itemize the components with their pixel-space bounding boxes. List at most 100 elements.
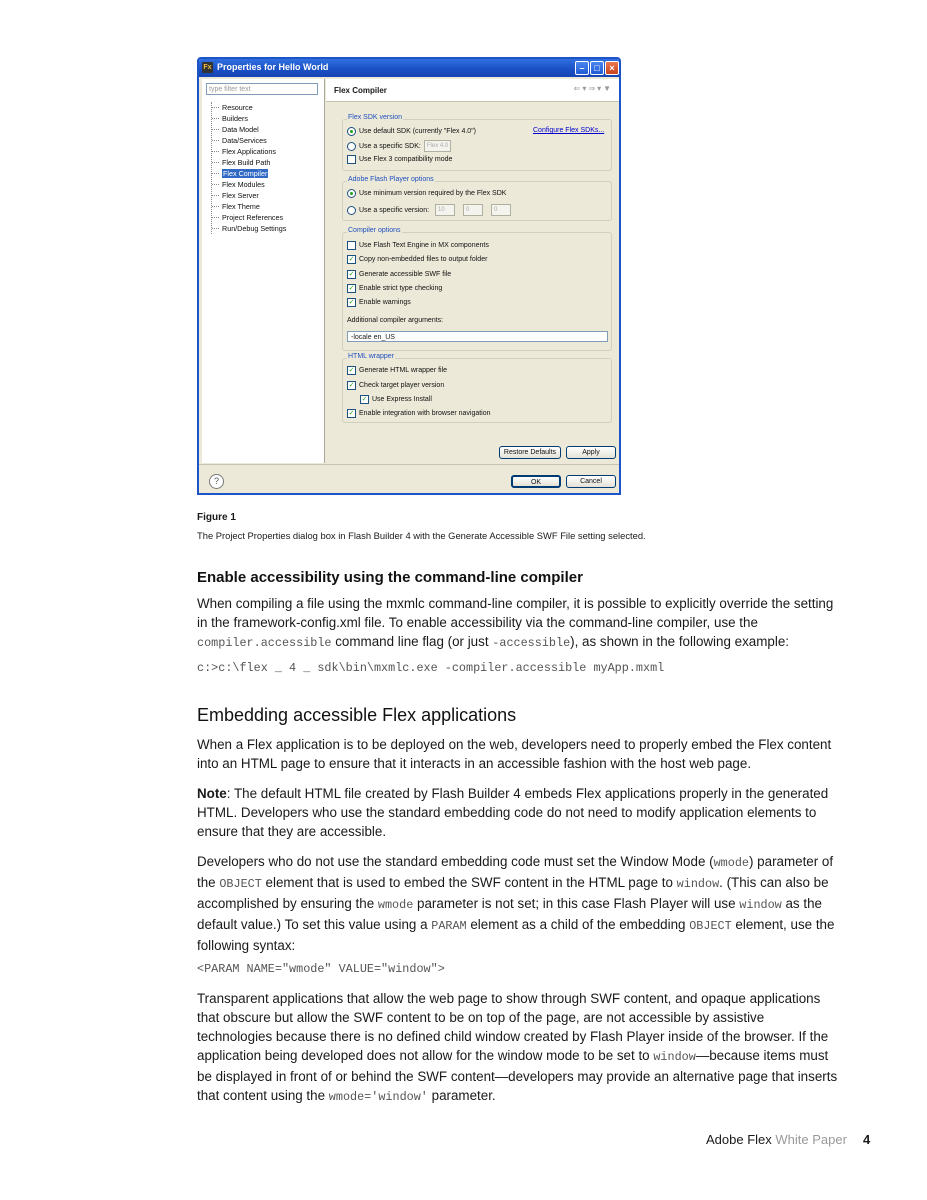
note-paragraph: Note: The default HTML file created by F…: [197, 784, 842, 841]
radio-icon: [347, 205, 356, 215]
text-run: element that is used to embed the SWF co…: [261, 875, 677, 890]
help-icon[interactable]: ?: [209, 474, 224, 489]
page-number: 4: [863, 1132, 871, 1147]
generate-wrapper-checkbox[interactable]: ✓ Generate HTML wrapper file: [347, 366, 447, 375]
html-wrapper-group: HTML wrapper ✓ Generate HTML wrapper file…: [342, 353, 612, 423]
checkbox-icon: [347, 155, 356, 164]
text-run: ), as shown in the following example:: [570, 634, 789, 649]
compiler-args-input[interactable]: -locale en_US: [347, 331, 608, 342]
inline-code: wmode: [713, 856, 749, 870]
flex-app-icon: Fx: [202, 62, 213, 73]
use-min-version-label: Use minimum version required by the Flex…: [359, 190, 507, 197]
flash-text-engine-label: Use Flash Text Engine in MX components: [359, 242, 489, 249]
player-options-group: Adobe Flash Player options Use minimum v…: [342, 176, 612, 221]
use-default-sdk-label: Use default SDK (currently "Flex 4.0"): [359, 128, 477, 135]
tree-item-data-services[interactable]: Data/Services: [212, 135, 286, 146]
version-revision-field[interactable]: 0: [491, 204, 512, 216]
sdk-group-label: Flex SDK version: [347, 114, 404, 121]
configure-sdks-link[interactable]: Configure Flex SDKs...: [533, 127, 604, 134]
text-run: element as a child of the embedding: [466, 917, 690, 932]
flex3-compat-label: Use Flex 3 compatibility mode: [359, 156, 453, 163]
cancel-button[interactable]: Cancel: [566, 475, 616, 488]
browser-navigation-checkbox[interactable]: ✓ Enable integration with browser navigat…: [347, 409, 491, 418]
inline-code: window: [739, 898, 782, 912]
transparent-apps-paragraph: Transparent applications that allow the …: [197, 989, 842, 1107]
tree-item-flex-compiler-label: Flex Compiler: [222, 169, 269, 178]
player-group-label: Adobe Flash Player options: [347, 176, 435, 183]
filter-input[interactable]: type filter text: [206, 83, 318, 95]
sdk-select[interactable]: Flex 4.0: [423, 140, 452, 152]
figure-caption: The Project Properties dialog box in Fla…: [197, 530, 646, 541]
tree-item-flex-applications[interactable]: Flex Applications: [212, 146, 286, 157]
tree-item-run-debug-settings[interactable]: Run/Debug Settings: [212, 223, 286, 234]
compiler-args-label: Additional compiler arguments:: [347, 317, 444, 324]
generate-accessible-swf-label: Generate accessible SWF file: [359, 271, 452, 278]
text-run: : The default HTML file created by Flash…: [197, 786, 829, 839]
express-install-label: Use Express Install: [372, 396, 432, 403]
section-heading-embedding: Embedding accessible Flex applications: [197, 705, 517, 725]
inline-code: window: [676, 877, 720, 891]
radio-selected-icon: [347, 127, 356, 136]
restore-defaults-button[interactable]: Restore Defaults: [499, 446, 561, 459]
version-major-field[interactable]: 10: [435, 204, 456, 216]
checkbox-checked-icon: ✓: [347, 255, 356, 264]
maximize-icon[interactable]: □: [590, 61, 604, 75]
strict-type-checking-label: Enable strict type checking: [359, 285, 443, 292]
tree-item-flex-theme[interactable]: Flex Theme: [212, 201, 286, 212]
text-run: parameter.: [427, 1088, 496, 1103]
use-min-version-radio[interactable]: Use minimum version required by the Flex…: [347, 189, 506, 198]
use-specific-sdk-label: Use a specific SDK:: [359, 142, 421, 150]
copy-non-embedded-checkbox[interactable]: ✓ Copy non-embedded files to output folde…: [347, 255, 487, 264]
wrapper-group-label: HTML wrapper: [347, 353, 396, 360]
apply-button[interactable]: Apply: [566, 446, 616, 459]
section-heading-command-line: Enable accessibility using the command-l…: [197, 569, 583, 586]
ok-button[interactable]: OK: [511, 475, 561, 488]
checkbox-checked-icon: ✓: [347, 270, 356, 279]
checkbox-checked-icon: ✓: [347, 381, 356, 390]
generate-wrapper-label: Generate HTML wrapper file: [359, 367, 448, 374]
strict-type-checking-checkbox[interactable]: ✓ Enable strict type checking: [347, 284, 442, 293]
dialog-button-bar: ? OK Cancel: [199, 464, 619, 493]
inline-code: compiler.accessible: [197, 636, 332, 650]
radio-selected-icon: [347, 189, 356, 198]
flex3-compat-checkbox[interactable]: Use Flex 3 compatibility mode: [347, 155, 452, 164]
flash-text-engine-checkbox[interactable]: Use Flash Text Engine in MX components: [347, 241, 489, 250]
page-title: Flex Compiler: [334, 86, 387, 95]
tree-item-data-model[interactable]: Data Model: [212, 124, 286, 135]
tree-item-resource[interactable]: Resource: [212, 102, 286, 113]
use-specific-version-label: Use a specific version:: [359, 206, 430, 214]
nav-arrows-icon[interactable]: ⇐▾⇒▾▼: [574, 84, 613, 93]
generate-accessible-swf-checkbox[interactable]: ✓ Generate accessible SWF file: [347, 270, 451, 279]
wmode-paragraph: Developers who do not use the standard e…: [197, 852, 842, 955]
text-run: Developers who do not use the standard e…: [197, 854, 714, 869]
copy-non-embedded-label: Copy non-embedded files to output folder: [359, 256, 488, 263]
tree-item-flex-compiler[interactable]: Flex Compiler: [212, 168, 286, 179]
footer-doc-type: White Paper: [775, 1132, 847, 1147]
use-default-sdk-radio[interactable]: Use default SDK (currently "Flex 4.0"): [347, 127, 476, 136]
checkbox-icon: [347, 241, 356, 250]
embedding-intro-paragraph: When a Flex application is to be deploye…: [197, 737, 832, 771]
param-code-example: <PARAM NAME="wmode" VALUE="window">: [197, 962, 445, 976]
version-minor-field[interactable]: 0: [463, 204, 484, 216]
checkbox-checked-icon: ✓: [360, 395, 369, 404]
navigation-pane: type filter text Resource Builders Data …: [202, 79, 325, 463]
enable-warnings-checkbox[interactable]: ✓ Enable warnings: [347, 298, 411, 307]
tree-item-builders[interactable]: Builders: [212, 113, 286, 124]
use-specific-sdk-radio[interactable]: Use a specific SDK: Flex 4.0: [347, 140, 452, 152]
tree-item-flex-server[interactable]: Flex Server: [212, 190, 286, 201]
minimize-icon[interactable]: –: [575, 61, 589, 75]
dialog-title-bar: Fx Properties for Hello World – □ ×: [199, 59, 619, 77]
browser-navigation-label: Enable integration with browser navigati…: [359, 410, 491, 417]
check-player-version-checkbox[interactable]: ✓ Check target player version: [347, 381, 444, 390]
inline-code: OBJECT: [219, 877, 262, 891]
close-icon[interactable]: ×: [605, 61, 619, 75]
enable-warnings-label: Enable warnings: [359, 299, 411, 306]
use-specific-version-radio[interactable]: Use a specific version: 10 0 0: [347, 204, 512, 216]
tree-item-flex-build-path[interactable]: Flex Build Path: [212, 157, 286, 168]
note-label: Note: [197, 786, 227, 801]
inline-code: wmode: [377, 898, 414, 912]
settings-pane: Flex Compiler ⇐▾⇒▾▼ Flex SDK version Use…: [326, 79, 619, 463]
tree-item-project-references[interactable]: Project References: [212, 212, 286, 223]
tree-item-flex-modules[interactable]: Flex Modules: [212, 179, 286, 190]
express-install-checkbox[interactable]: ✓ Use Express Install: [360, 395, 432, 404]
